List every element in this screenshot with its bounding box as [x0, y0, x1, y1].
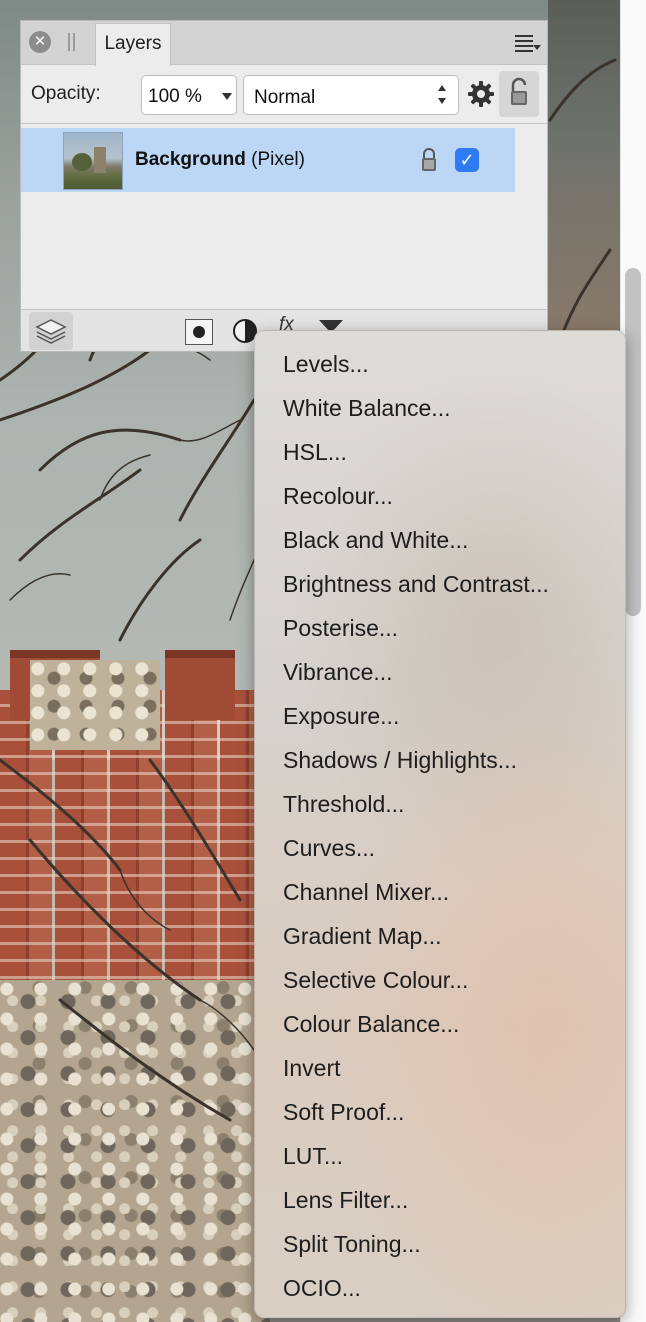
menu-item-threshold[interactable]: Threshold...	[255, 782, 625, 826]
drag-grip-icon[interactable]	[67, 33, 77, 53]
blend-mode-value[interactable]: Normal	[254, 87, 315, 109]
layer-visibility-checkbox[interactable]: ✓	[455, 148, 479, 172]
layer-lock-icon[interactable]	[419, 146, 439, 174]
menu-item-soft-proof[interactable]: Soft Proof...	[255, 1090, 625, 1134]
stepper-arrows-icon[interactable]	[438, 84, 448, 106]
menu-item-invert[interactable]: Invert	[255, 1046, 625, 1090]
menu-item-split-toning[interactable]: Split Toning...	[255, 1222, 625, 1266]
menu-item-selective-colour[interactable]: Selective Colour...	[255, 958, 625, 1002]
layers-studio-button[interactable]	[29, 312, 73, 350]
chevron-down-icon[interactable]	[222, 93, 232, 100]
menu-item-black-and-white[interactable]: Black and White...	[255, 518, 625, 562]
menu-item-lens-filter[interactable]: Lens Filter...	[255, 1178, 625, 1222]
close-panel-button[interactable]: ✕	[29, 31, 51, 53]
menu-item-ocio[interactable]: OCIO...	[255, 1266, 625, 1310]
layer-name: Background	[135, 149, 246, 170]
gear-icon[interactable]	[466, 79, 496, 109]
adjustment-menu: Levels... White Balance... HSL... Recolour.…	[254, 330, 626, 1318]
menu-item-levels[interactable]: Levels...	[255, 342, 625, 386]
layer-thumbnail	[63, 132, 123, 190]
menu-item-shadows-highlights[interactable]: Shadows / Highlights...	[255, 738, 625, 782]
scrollbar-thumb[interactable]	[625, 268, 641, 616]
menu-item-brightness-and-contrast[interactable]: Brightness and Contrast...	[255, 562, 625, 606]
opacity-label: Opacity:	[31, 83, 101, 104]
layer-type: (Pixel)	[251, 149, 305, 170]
menu-item-hsl[interactable]: HSL...	[255, 430, 625, 474]
blend-mode-select[interactable]: Normal	[243, 75, 459, 115]
tab-layers[interactable]: Layers	[95, 23, 171, 66]
layer-row-background[interactable]: Background (Pixel) ✓	[21, 128, 515, 192]
opacity-field[interactable]: 100 %	[141, 75, 237, 115]
layers-list: Background (Pixel) ✓	[21, 123, 547, 309]
menu-item-gradient-map[interactable]: Gradient Map...	[255, 914, 625, 958]
opacity-row: Opacity: 100 % Normal	[21, 65, 547, 123]
menu-item-white-balance[interactable]: White Balance...	[255, 386, 625, 430]
mask-icon[interactable]	[185, 319, 213, 345]
layer-name-text: Background (Pixel)	[135, 149, 305, 171]
panel-menu-icon[interactable]	[513, 31, 543, 55]
layers-studio-icon	[35, 319, 67, 344]
menu-item-exposure[interactable]: Exposure...	[255, 694, 625, 738]
menu-item-curves[interactable]: Curves...	[255, 826, 625, 870]
layers-panel: ✕ Layers Opacity: 100 % Normal Backgroun…	[20, 20, 548, 352]
lock-icon	[511, 77, 527, 105]
menu-item-vibrance[interactable]: Vibrance...	[255, 650, 625, 694]
menu-item-colour-balance[interactable]: Colour Balance...	[255, 1002, 625, 1046]
menu-item-channel-mixer[interactable]: Channel Mixer...	[255, 870, 625, 914]
lock-layer-button[interactable]	[499, 71, 539, 117]
menu-item-lut[interactable]: LUT...	[255, 1134, 625, 1178]
panel-titlebar: ✕ Layers	[21, 21, 547, 66]
opacity-value[interactable]: 100 %	[148, 86, 202, 108]
menu-item-posterise[interactable]: Posterise...	[255, 606, 625, 650]
menu-item-recolour[interactable]: Recolour...	[255, 474, 625, 518]
